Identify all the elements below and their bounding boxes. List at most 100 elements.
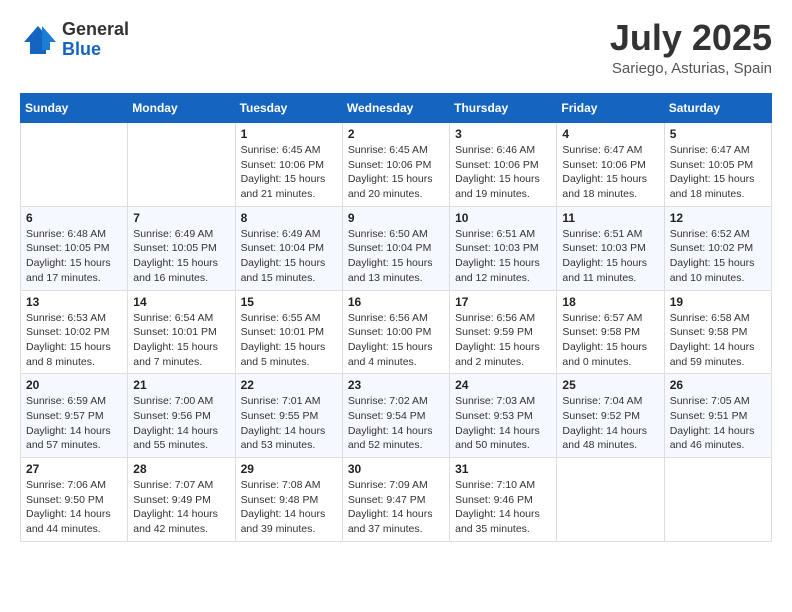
- day-info: Sunrise: 6:49 AM Sunset: 10:05 PM Daylig…: [133, 227, 229, 286]
- weekday-header: Sunday: [21, 94, 128, 123]
- calendar-cell: 18 Sunrise: 6:57 AM Sunset: 9:58 PM Dayli…: [557, 290, 664, 374]
- weekday-header: Thursday: [450, 94, 557, 123]
- day-number: 7: [133, 211, 229, 225]
- day-number: 24: [455, 378, 551, 392]
- calendar-cell: 28 Sunrise: 7:07 AM Sunset: 9:49 PM Dayli…: [128, 458, 235, 542]
- calendar-cell: 3 Sunrise: 6:46 AM Sunset: 10:06 PM Dayli…: [450, 123, 557, 207]
- day-number: 17: [455, 295, 551, 309]
- day-number: 18: [562, 295, 658, 309]
- day-number: 2: [348, 127, 444, 141]
- calendar-cell: 19Sunrise: 6:58 AM Sunset: 9:58 PM Dayli…: [664, 290, 771, 374]
- calendar-cell: 5 Sunrise: 6:47 AM Sunset: 10:05 PM Dayli…: [664, 123, 771, 207]
- weekday-header: Saturday: [664, 94, 771, 123]
- location: Sariego, Asturias, Spain: [610, 60, 772, 77]
- calendar-cell: 27Sunrise: 7:06 AM Sunset: 9:50 PM Dayli…: [21, 458, 128, 542]
- calendar: SundayMondayTuesdayWednesdayThursdayFrid…: [20, 93, 772, 542]
- day-info: Sunrise: 6:54 AM Sunset: 10:01 PM Daylig…: [133, 311, 229, 370]
- page-header: General Blue July 2025 Sariego, Asturias…: [20, 20, 772, 77]
- day-info: Sunrise: 6:47 AM Sunset: 10:06 PM Daylig…: [562, 143, 658, 202]
- day-number: 8: [241, 211, 337, 225]
- day-number: 19: [670, 295, 766, 309]
- calendar-cell: 15 Sunrise: 6:55 AM Sunset: 10:01 PM Dayl…: [235, 290, 342, 374]
- day-info: Sunrise: 6:46 AM Sunset: 10:06 PM Daylig…: [455, 143, 551, 202]
- day-number: 26: [670, 378, 766, 392]
- calendar-cell: 26 Sunrise: 7:05 AM Sunset: 9:51 PM Dayli…: [664, 374, 771, 458]
- logo-general: General: [62, 19, 129, 39]
- day-info: Sunrise: 7:06 AM Sunset: 9:50 PM Dayligh…: [26, 478, 122, 537]
- calendar-cell: 11Sunrise: 6:51 AM Sunset: 10:03 PM Dayl…: [557, 206, 664, 290]
- calendar-week-row: 20 Sunrise: 6:59 AM Sunset: 9:57 PM Dayli…: [21, 374, 772, 458]
- day-info: Sunrise: 6:45 AM Sunset: 10:06 PM Daylig…: [241, 143, 337, 202]
- day-info: Sunrise: 7:09 AM Sunset: 9:47 PM Dayligh…: [348, 478, 444, 537]
- day-info: Sunrise: 7:03 AM Sunset: 9:53 PM Dayligh…: [455, 394, 551, 453]
- day-number: 3: [455, 127, 551, 141]
- day-number: 4: [562, 127, 658, 141]
- day-number: 13: [26, 295, 122, 309]
- logo-icon: [20, 22, 56, 58]
- day-number: 21: [133, 378, 229, 392]
- day-info: Sunrise: 7:07 AM Sunset: 9:49 PM Dayligh…: [133, 478, 229, 537]
- day-number: 22: [241, 378, 337, 392]
- day-number: 29: [241, 462, 337, 476]
- day-number: 14: [133, 295, 229, 309]
- weekday-header: Wednesday: [342, 94, 449, 123]
- day-info: Sunrise: 6:47 AM Sunset: 10:05 PM Daylig…: [670, 143, 766, 202]
- month-year: July 2025: [610, 20, 772, 56]
- calendar-cell: 31 Sunrise: 7:10 AM Sunset: 9:46 PM Dayli…: [450, 458, 557, 542]
- day-info: Sunrise: 6:57 AM Sunset: 9:58 PM Dayligh…: [562, 311, 658, 370]
- day-number: 12: [670, 211, 766, 225]
- day-info: Sunrise: 6:49 AM Sunset: 10:04 PM Daylig…: [241, 227, 337, 286]
- calendar-week-row: 27Sunrise: 7:06 AM Sunset: 9:50 PM Dayli…: [21, 458, 772, 542]
- day-number: 1: [241, 127, 337, 141]
- calendar-cell: 4 Sunrise: 6:47 AM Sunset: 10:06 PM Dayli…: [557, 123, 664, 207]
- calendar-week-row: 13 Sunrise: 6:53 AM Sunset: 10:02 PM Dayl…: [21, 290, 772, 374]
- day-number: 25: [562, 378, 658, 392]
- calendar-cell: 1 Sunrise: 6:45 AM Sunset: 10:06 PM Dayli…: [235, 123, 342, 207]
- calendar-cell: [664, 458, 771, 542]
- calendar-cell: 25Sunrise: 7:04 AM Sunset: 9:52 PM Dayli…: [557, 374, 664, 458]
- calendar-cell: 13 Sunrise: 6:53 AM Sunset: 10:02 PM Dayl…: [21, 290, 128, 374]
- day-number: 28: [133, 462, 229, 476]
- day-info: Sunrise: 6:52 AM Sunset: 10:02 PM Daylig…: [670, 227, 766, 286]
- day-number: 31: [455, 462, 551, 476]
- calendar-cell: 22 Sunrise: 7:01 AM Sunset: 9:55 PM Dayli…: [235, 374, 342, 458]
- day-info: Sunrise: 7:10 AM Sunset: 9:46 PM Dayligh…: [455, 478, 551, 537]
- calendar-cell: 7 Sunrise: 6:49 AM Sunset: 10:05 PM Dayli…: [128, 206, 235, 290]
- calendar-cell: 23Sunrise: 7:02 AM Sunset: 9:54 PM Dayli…: [342, 374, 449, 458]
- calendar-cell: [557, 458, 664, 542]
- logo: General Blue: [20, 20, 129, 60]
- day-number: 15: [241, 295, 337, 309]
- calendar-cell: 24 Sunrise: 7:03 AM Sunset: 9:53 PM Dayli…: [450, 374, 557, 458]
- title-block: July 2025 Sariego, Asturias, Spain: [610, 20, 772, 77]
- calendar-cell: 10Sunrise: 6:51 AM Sunset: 10:03 PM Dayl…: [450, 206, 557, 290]
- weekday-header: Friday: [557, 94, 664, 123]
- day-info: Sunrise: 6:48 AM Sunset: 10:05 PM Daylig…: [26, 227, 122, 286]
- day-info: Sunrise: 6:51 AM Sunset: 10:03 PM Daylig…: [455, 227, 551, 286]
- calendar-cell: 6 Sunrise: 6:48 AM Sunset: 10:05 PM Dayli…: [21, 206, 128, 290]
- day-number: 23: [348, 378, 444, 392]
- day-info: Sunrise: 7:05 AM Sunset: 9:51 PM Dayligh…: [670, 394, 766, 453]
- day-info: Sunrise: 6:59 AM Sunset: 9:57 PM Dayligh…: [26, 394, 122, 453]
- calendar-cell: [128, 123, 235, 207]
- weekday-header: Tuesday: [235, 94, 342, 123]
- day-info: Sunrise: 7:01 AM Sunset: 9:55 PM Dayligh…: [241, 394, 337, 453]
- calendar-cell: 21 Sunrise: 7:00 AM Sunset: 9:56 PM Dayli…: [128, 374, 235, 458]
- calendar-cell: 9Sunrise: 6:50 AM Sunset: 10:04 PM Dayli…: [342, 206, 449, 290]
- day-number: 30: [348, 462, 444, 476]
- logo-blue: Blue: [62, 39, 101, 59]
- calendar-cell: 8 Sunrise: 6:49 AM Sunset: 10:04 PM Dayli…: [235, 206, 342, 290]
- day-info: Sunrise: 6:56 AM Sunset: 9:59 PM Dayligh…: [455, 311, 551, 370]
- day-number: 5: [670, 127, 766, 141]
- day-info: Sunrise: 7:00 AM Sunset: 9:56 PM Dayligh…: [133, 394, 229, 453]
- day-info: Sunrise: 6:55 AM Sunset: 10:01 PM Daylig…: [241, 311, 337, 370]
- calendar-cell: 17 Sunrise: 6:56 AM Sunset: 9:59 PM Dayli…: [450, 290, 557, 374]
- calendar-cell: 14 Sunrise: 6:54 AM Sunset: 10:01 PM Dayl…: [128, 290, 235, 374]
- day-info: Sunrise: 6:53 AM Sunset: 10:02 PM Daylig…: [26, 311, 122, 370]
- day-number: 9: [348, 211, 444, 225]
- calendar-week-row: 1 Sunrise: 6:45 AM Sunset: 10:06 PM Dayli…: [21, 123, 772, 207]
- calendar-cell: 16Sunrise: 6:56 AM Sunset: 10:00 PM Dayl…: [342, 290, 449, 374]
- day-number: 20: [26, 378, 122, 392]
- day-number: 6: [26, 211, 122, 225]
- calendar-cell: 2Sunrise: 6:45 AM Sunset: 10:06 PM Dayli…: [342, 123, 449, 207]
- calendar-cell: 29Sunrise: 7:08 AM Sunset: 9:48 PM Dayli…: [235, 458, 342, 542]
